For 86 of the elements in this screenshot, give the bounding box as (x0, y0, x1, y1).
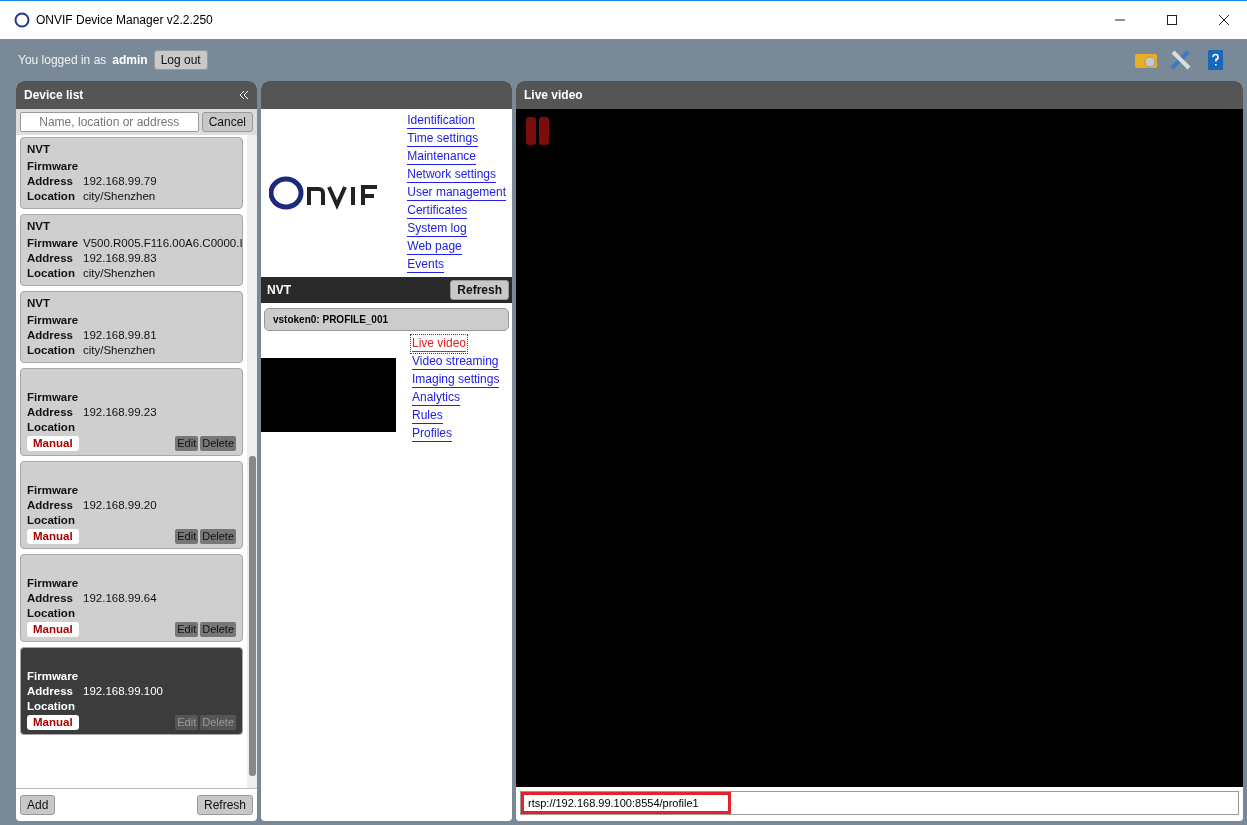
nav-link[interactable]: Profiles (412, 426, 452, 442)
device-card[interactable]: Firmware Address 192.168.99.20 Location Manual Edit Delete (20, 461, 243, 549)
nav-link[interactable]: Certificates (407, 203, 468, 219)
nav-link[interactable]: Imaging settings (412, 372, 500, 388)
field-value: city/Shenzhen (83, 343, 156, 358)
field-value: 192.168.99.100 (83, 684, 163, 699)
device-card[interactable]: NVT Firmware Address 192.168.99.81 Location city/Shenzhen (20, 291, 243, 363)
nav-link[interactable]: Rules (412, 408, 443, 424)
device-name: NVT (27, 297, 50, 309)
delete-button[interactable]: Delete (200, 622, 236, 637)
field-value: city/Shenzhen (83, 189, 156, 204)
field-label: Firmware (27, 159, 80, 174)
device-name: NVT (27, 220, 50, 232)
nav-link[interactable]: Video streaming (412, 354, 499, 370)
manual-tag: Manual (27, 436, 79, 451)
field-label: Location (27, 513, 76, 528)
nav-link[interactable]: Events (407, 257, 444, 273)
nav-link[interactable]: Identification (407, 113, 475, 129)
nav-link[interactable]: Live video (412, 336, 467, 352)
device-card[interactable]: NVT Firmware V500.R005.F116.00A6.C0000.I Address 192.168.99.83 Location city/Shenzhen (20, 214, 243, 286)
field-label: Location (27, 420, 76, 435)
field-label: Firmware (27, 669, 80, 684)
field-label: Location (27, 343, 76, 358)
delete-button[interactable]: Delete (200, 436, 236, 451)
scrollbar[interactable] (247, 135, 257, 788)
field-label: Firmware (27, 313, 80, 328)
field-label: Location (27, 266, 76, 281)
nav-link[interactable]: Maintenance (407, 149, 476, 165)
field-label: Address (27, 684, 75, 699)
edit-button[interactable]: Edit (175, 436, 199, 451)
field-label: Location (27, 189, 76, 204)
field-label: Firmware (27, 236, 80, 251)
device-card[interactable]: Firmware Address 192.168.99.64 Location Manual Edit Delete (20, 554, 243, 642)
field-value: 192.168.99.23 (83, 405, 157, 420)
collapse-icon[interactable] (239, 90, 249, 100)
field-label: Location (27, 699, 76, 714)
add-button[interactable]: Add (20, 795, 56, 815)
refresh-button[interactable]: Refresh (196, 795, 253, 815)
manual-tag: Manual (27, 622, 79, 637)
field-label: Address (27, 328, 75, 343)
field-label: Location (27, 606, 76, 621)
cancel-button[interactable]: Cancel (201, 112, 253, 132)
device-title: NVT (267, 283, 291, 297)
nav-link[interactable]: Network settings (407, 167, 496, 183)
user-name: admin (112, 53, 148, 67)
refresh-button[interactable]: Refresh (450, 280, 509, 300)
app-logo-icon (14, 12, 30, 28)
device-name: NVT (27, 143, 50, 155)
window-title: ONVIF Device Manager v2.2.250 (36, 13, 214, 27)
close-icon[interactable] (1218, 14, 1230, 26)
field-value: 192.168.99.81 (83, 328, 157, 343)
logout-button[interactable]: Log out (153, 50, 208, 70)
nav-link[interactable]: Web page (407, 239, 462, 255)
field-label: Address (27, 174, 75, 189)
search-field[interactable]: Name, location or address (20, 112, 199, 132)
url-field[interactable]: rtsp://192.168.99.100:8554/profile1 (521, 792, 731, 814)
field-label: Address (27, 405, 75, 420)
edit-button[interactable]: Edit (175, 529, 199, 544)
panel-title: Device list (24, 88, 85, 102)
nav-link[interactable]: Analytics (412, 390, 461, 406)
nav-link[interactable]: System log (407, 221, 467, 237)
manual-tag: Manual (27, 529, 79, 544)
device-card[interactable]: Firmware Address 192.168.99.23 Location Manual Edit Delete (20, 368, 243, 456)
field-value: city/Shenzhen (83, 266, 156, 281)
panel-title: Live video (524, 88, 583, 102)
maximize-icon[interactable] (1166, 14, 1178, 26)
field-label: Address (27, 498, 75, 513)
field-value: 192.168.99.64 (83, 591, 157, 606)
profile-header[interactable]: vstoken0: PROFILE_001 (264, 308, 509, 331)
field-value: 192.168.99.20 (83, 498, 157, 513)
field-label: Firmware (27, 576, 80, 591)
nav-link[interactable]: User management (407, 185, 506, 201)
field-label: Address (27, 251, 75, 266)
field-label: Firmware (27, 483, 80, 498)
field-value: V500.R005.F116.00A6.C0000.I (83, 236, 243, 251)
field-label: Firmware (27, 390, 80, 405)
nav-link[interactable]: Time settings (407, 131, 479, 147)
edit-button[interactable]: Edit (175, 622, 199, 637)
device-card[interactable]: NVT Firmware Address 192.168.99.79 Location city/Shenzhen (20, 137, 243, 209)
field-label: Address (27, 591, 75, 606)
manual-tag: Manual (27, 715, 79, 730)
pause-icon[interactable] (526, 117, 550, 145)
field-value: 192.168.99.83 (83, 251, 157, 266)
delete-button[interactable]: Delete (200, 529, 236, 544)
field-value: 192.168.99.79 (83, 174, 157, 189)
login-label: You logged in as (18, 53, 107, 67)
